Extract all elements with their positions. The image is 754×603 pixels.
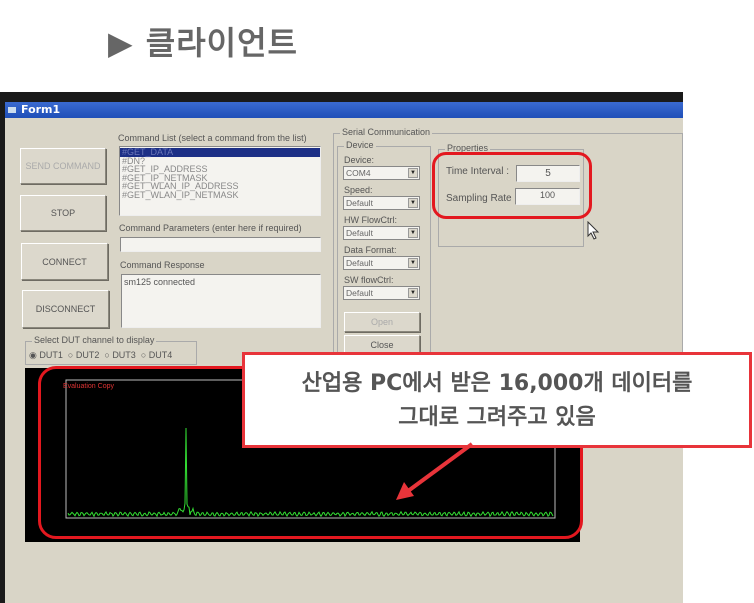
callout-line-2: 그대로 그려주고 있음 [398, 405, 596, 430]
radio-icon: ◉ [29, 350, 37, 360]
dut-option-label: DUT2 [75, 350, 100, 360]
triangle-bullet-icon: ▶ [108, 24, 134, 62]
callout-arrow-icon [396, 442, 474, 500]
serial-field-label: Device: [344, 155, 375, 165]
mouse-cursor-icon [587, 221, 600, 240]
command-list[interactable]: #GET_DATA #DN? #GET_IP_ADDRESS #GET_IP_NETM… [119, 146, 321, 216]
dut-radio-dut3[interactable]: ○ DUT3 [104, 350, 135, 361]
serial-field-combo[interactable]: COM4 ▼ [343, 166, 420, 180]
slide-title: ▶ 클라이언트 [108, 18, 298, 64]
command-response-label: Command Response [120, 260, 205, 270]
serial-communication-label: Serial Communication [340, 127, 433, 137]
send-command-button[interactable]: SEND COMMAND [20, 148, 106, 184]
combo-value: Default [346, 258, 373, 268]
dut-radio-dut4[interactable]: ○ DUT4 [141, 350, 172, 361]
dropdown-arrow-icon[interactable]: ▼ [408, 288, 418, 298]
combo-value: Default [346, 198, 373, 208]
dut-radio-dut1[interactable]: ◉ DUT1 [29, 350, 63, 361]
command-list-item[interactable]: #GET_DATA [120, 148, 320, 157]
dut-option-label: DUT4 [148, 350, 173, 360]
dut-option-label: DUT3 [112, 350, 136, 360]
dut-radio-dut2[interactable]: ○ DUT2 [68, 350, 99, 361]
dut-group: Select DUT channel to display ◉ DUT1 ○ DU… [25, 335, 197, 365]
serial-field-combo[interactable]: Default ▼ [343, 196, 420, 210]
dropdown-arrow-icon[interactable]: ▼ [408, 168, 418, 178]
device-group: Device Device: COM4 ▼ Speed: Default ▼ HW Flow… [337, 140, 431, 356]
dut-option-label: DUT1 [39, 350, 63, 360]
serial-field-label: Data Format: [344, 245, 397, 255]
connect-button[interactable]: CONNECT [21, 243, 108, 280]
command-parameters-label: Command Parameters (enter here if requir… [119, 223, 302, 233]
title-bar: Form1 [5, 102, 683, 118]
callout-box: 산업용 PC에서 받은 16,000개 데이터를 그대로 그려주고 있음 [242, 352, 752, 448]
window-title: Form1 [21, 103, 61, 116]
callout-line-1: 산업용 PC에서 받은 16,000개 데이터를 [301, 371, 693, 396]
device-group-label: Device [344, 140, 376, 150]
command-list-label: Command List (select a command from the … [118, 133, 307, 143]
serial-field-label: Speed: [344, 185, 373, 195]
serial-field-label: SW flowCtrl: [344, 275, 394, 285]
radio-icon: ○ [140, 350, 147, 360]
dropdown-arrow-icon[interactable]: ▼ [408, 198, 418, 208]
open-button[interactable]: Open [344, 312, 420, 332]
radio-icon: ○ [67, 350, 74, 360]
combo-value: Default [346, 228, 373, 238]
command-response-output: sm125 connected [121, 274, 321, 328]
slide-title-text: 클라이언트 [145, 24, 298, 62]
stop-button[interactable]: STOP [20, 195, 106, 231]
combo-value: Default [346, 288, 373, 298]
dropdown-arrow-icon[interactable]: ▼ [408, 228, 418, 238]
dut-group-label: Select DUT channel to display [32, 335, 157, 345]
serial-field-label: HW FlowCtrl: [344, 215, 397, 225]
serial-field-combo[interactable]: Default ▼ [343, 226, 420, 240]
command-parameters-input[interactable] [120, 237, 321, 252]
properties-highlight [432, 152, 592, 219]
command-list-item[interactable]: #GET_WLAN_IP_NETMASK [120, 190, 320, 200]
radio-icon: ○ [104, 350, 110, 360]
app-icon [8, 107, 16, 113]
disconnect-button[interactable]: DISCONNECT [22, 290, 109, 328]
serial-field-combo[interactable]: Default ▼ [343, 286, 420, 300]
combo-value: COM4 [346, 168, 371, 178]
serial-field-combo[interactable]: Default ▼ [343, 256, 420, 270]
dropdown-arrow-icon[interactable]: ▼ [408, 258, 418, 268]
